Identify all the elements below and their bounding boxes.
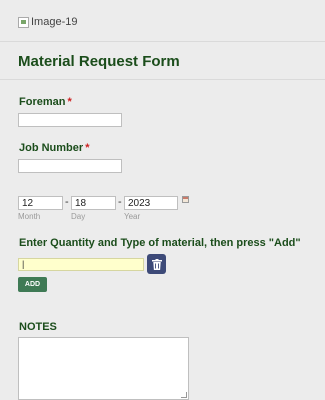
required-mark: * [67,96,72,108]
foreman-input[interactable] [18,113,122,127]
foreman-label-text: Foreman [19,96,66,108]
required-mark: * [85,142,90,154]
foreman-label: Foreman * [19,96,72,108]
resize-handle-icon[interactable] [181,392,187,398]
job-number-label-text: Job Number [19,142,84,154]
day-sublabel: Day [71,212,86,221]
notes-textarea[interactable] [18,337,189,400]
form-title: Material Request Form [18,53,180,70]
month-sublabel: Month [18,212,41,221]
divider [0,79,325,80]
add-button[interactable]: ADD [18,277,47,292]
divider [0,41,325,42]
header-image: Image-19 [18,16,77,28]
date-separator: - [65,196,69,208]
broken-image-icon [18,16,29,28]
day-input[interactable] [71,196,116,210]
material-label: Enter Quantity and Type of material, the… [19,237,301,249]
job-number-input[interactable] [18,159,122,173]
year-input[interactable] [124,196,178,210]
calendar-icon[interactable] [182,196,189,203]
year-sublabel: Year [124,212,141,221]
material-input[interactable]: | [18,258,144,271]
delete-button[interactable] [147,254,166,274]
date-separator: - [118,196,122,208]
job-number-label: Job Number * [19,142,89,154]
header-image-alt: Image-19 [31,16,78,28]
month-input[interactable] [18,196,63,210]
trash-icon [151,258,162,270]
notes-label: NOTES [19,321,57,333]
